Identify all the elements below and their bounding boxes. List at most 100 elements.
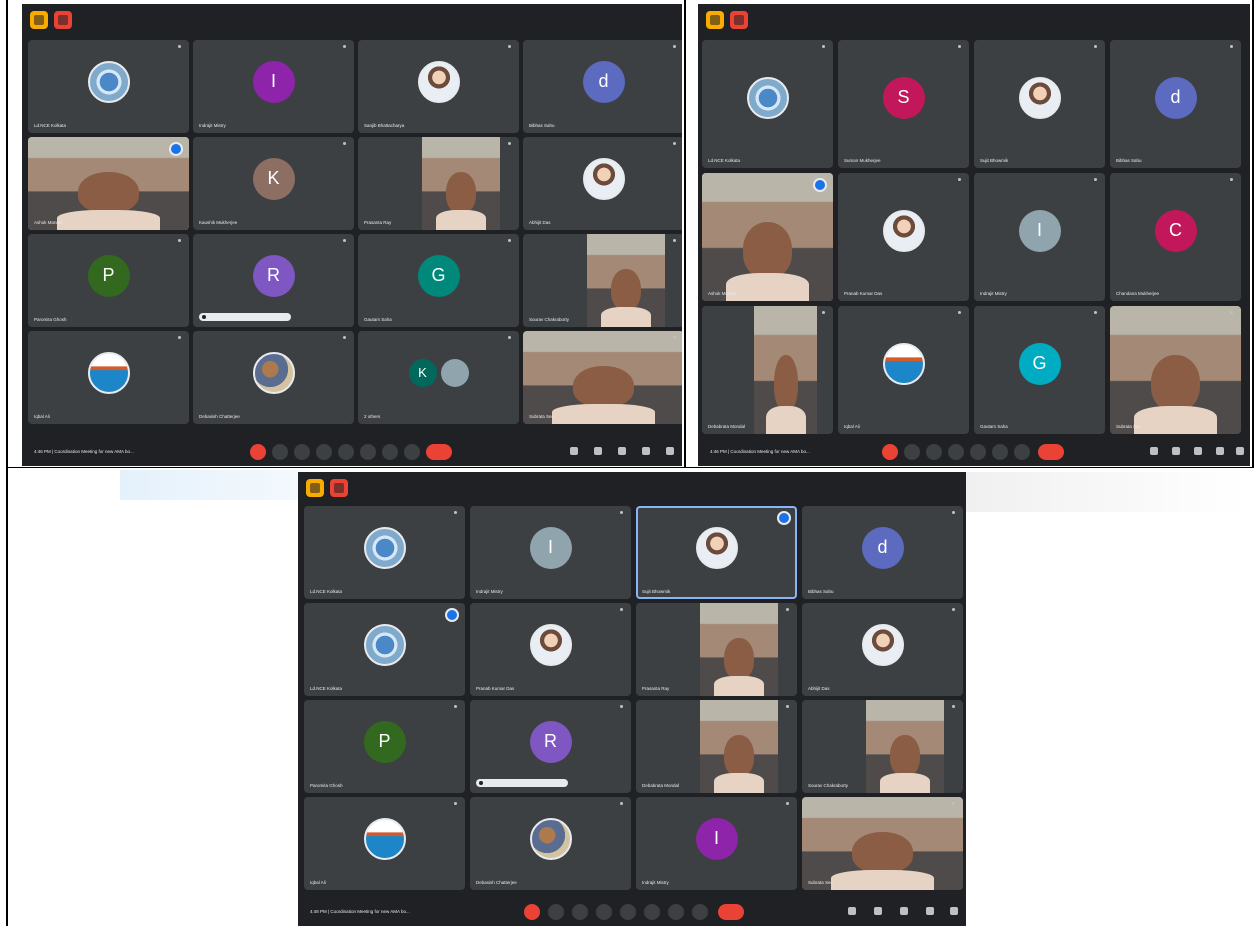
more-button-2[interactable] [404,444,420,460]
tile-menu-icon[interactable] [786,802,789,805]
participant-tile[interactable]: Sujit Bhowmik [636,506,797,599]
leave-call-button[interactable] [1038,444,1064,460]
lock-icon[interactable] [950,907,958,915]
participant-tile[interactable]: Sanjib Bhattacharya [358,40,519,133]
tile-menu-icon[interactable] [786,705,789,708]
tile-menu-icon[interactable] [508,45,511,48]
tile-menu-icon[interactable] [673,142,676,145]
info-icon[interactable] [570,447,578,455]
tile-menu-icon[interactable] [178,336,181,339]
participant-tile[interactable]: K 2 others [358,331,519,424]
emoji-button[interactable] [948,444,964,460]
people-icon[interactable] [874,907,882,915]
present-button[interactable] [338,444,354,460]
emoji-button[interactable] [596,904,612,920]
present-button[interactable] [620,904,636,920]
participant-tile[interactable]: C Chandana Mukherjee [1110,173,1241,301]
participant-tile[interactable]: Debasish Chatterjee [193,331,354,424]
raise-hand-button[interactable] [992,444,1008,460]
mic-off-button[interactable] [882,444,898,460]
tile-menu-icon[interactable] [178,45,181,48]
chat-icon[interactable] [618,447,626,455]
tile-menu-icon[interactable] [1230,311,1233,314]
tile-menu-icon[interactable] [1230,45,1233,48]
participant-tile[interactable]: Sourav Chakraborty [523,234,682,327]
tile-menu-icon[interactable] [958,178,961,181]
people-icon[interactable] [1172,447,1180,455]
tile-menu-icon[interactable] [1094,45,1097,48]
tile-menu-icon[interactable] [786,608,789,611]
tile-menu-icon[interactable] [178,239,181,242]
participant-tile[interactable]: Iqbal Ali [304,797,465,890]
participant-tile[interactable]: P Paromita Ghosh [304,700,465,793]
tile-menu-icon[interactable] [1094,178,1097,181]
camera-button[interactable] [272,444,288,460]
tile-menu-icon[interactable] [958,311,961,314]
present-button[interactable] [970,444,986,460]
more-button-2[interactable] [692,904,708,920]
tile-menu-icon[interactable] [822,311,825,314]
participant-tile[interactable]: K Kaushik Mukherjee [193,137,354,230]
lock-icon[interactable] [666,447,674,455]
tile-menu-icon[interactable] [454,511,457,514]
tile-menu-icon[interactable] [952,802,955,805]
participant-tile[interactable]: Ld.NCE Kolkata [702,40,833,168]
participant-tile[interactable]: Subrata Sen [802,797,963,890]
mic-off-button[interactable] [250,444,266,460]
participant-tile[interactable]: Pranab Kumar Das [838,173,969,301]
tile-menu-icon[interactable] [673,239,676,242]
tile-menu-icon[interactable] [343,45,346,48]
more-options-button[interactable] [1014,444,1030,460]
participant-tile[interactable]: P Paromita Ghosh [28,234,189,327]
chat-icon[interactable] [900,907,908,915]
emoji-button[interactable] [316,444,332,460]
tile-menu-icon[interactable] [952,705,955,708]
tile-menu-icon[interactable] [952,608,955,611]
activities-icon[interactable] [642,447,650,455]
participant-tile[interactable]: d Bibhas Sahu [1110,40,1241,168]
tile-menu-icon[interactable] [620,511,623,514]
leave-call-button[interactable] [718,904,744,920]
participant-tile[interactable]: Debabrata Mondal [702,306,833,434]
tile-menu-icon[interactable] [620,802,623,805]
participant-tile[interactable]: Iqbal Ali [838,306,969,434]
tile-menu-icon[interactable] [343,142,346,145]
activities-icon[interactable] [1216,447,1224,455]
tile-menu-icon[interactable] [508,142,511,145]
participant-tile[interactable]: I Indrajit Mistry [636,797,797,890]
people-icon[interactable] [594,447,602,455]
chat-icon[interactable] [1194,447,1202,455]
raise-hand-button[interactable] [360,444,376,460]
participant-tile[interactable]: I Indrajit Mistry [470,506,631,599]
participant-tile[interactable]: G Gautam Saha [358,234,519,327]
tile-menu-icon[interactable] [822,45,825,48]
captions-button[interactable] [572,904,588,920]
participant-tile[interactable]: Subrata Sen [1110,306,1241,434]
tile-menu-icon[interactable] [673,336,676,339]
participant-tile[interactable]: Sujit Bhowmik [974,40,1105,168]
participant-tile[interactable]: Pranab Kumar Das [470,603,631,696]
participant-tile[interactable]: Ashok Mondal [28,137,189,230]
more-options-button[interactable] [382,444,398,460]
tile-menu-icon[interactable] [343,336,346,339]
participant-tile[interactable]: Abhijit Das [802,603,963,696]
participant-tile[interactable]: Prasanta Ray [636,603,797,696]
participant-tile[interactable]: Abhijit Das [523,137,682,230]
camera-button[interactable] [548,904,564,920]
raise-hand-button[interactable] [644,904,660,920]
participant-tile[interactable]: Ld.NCE Kolkata [28,40,189,133]
tile-menu-icon[interactable] [620,705,623,708]
lock-icon[interactable] [1236,447,1244,455]
tile-menu-icon[interactable] [673,45,676,48]
tile-menu-icon[interactable] [508,336,511,339]
participant-tile[interactable]: d Bibhas Sahu [523,40,682,133]
participant-tile[interactable]: I Indrajit Mistry [974,173,1105,301]
participant-tile[interactable]: Sourav Chakraborty [802,700,963,793]
captions-button[interactable] [294,444,310,460]
participant-tile[interactable]: Ld.NCE Kolkata [304,506,465,599]
tile-menu-icon[interactable] [958,45,961,48]
participant-tile[interactable]: RRina Dutta [470,700,631,793]
participant-tile[interactable]: Debabrata Mondal [636,700,797,793]
info-icon[interactable] [1150,447,1158,455]
activities-icon[interactable] [926,907,934,915]
